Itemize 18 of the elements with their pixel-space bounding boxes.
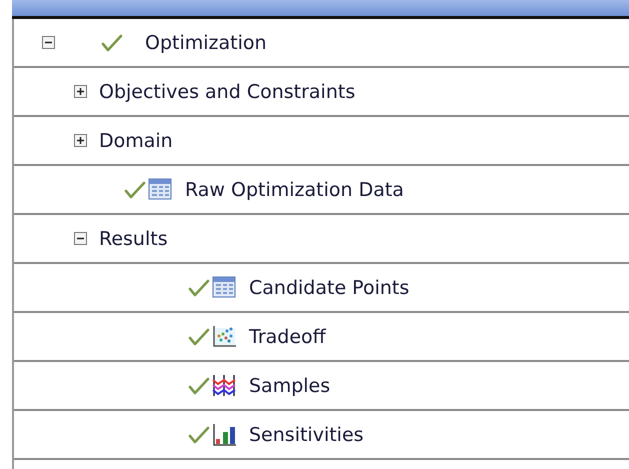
- tree-item-label[interactable]: Samples: [249, 374, 330, 396]
- expand-icon[interactable]: [74, 85, 87, 98]
- bar-chart-icon: [212, 423, 237, 446]
- table-icon: [148, 178, 173, 201]
- tree-item-label[interactable]: Objectives and Constraints: [99, 80, 356, 102]
- scatter-plot-icon: [212, 325, 237, 348]
- tree-item-label[interactable]: Sensitivities: [249, 424, 364, 446]
- tree-item-label[interactable]: Raw Optimization Data: [185, 178, 404, 200]
- tree-item-label[interactable]: Results: [99, 228, 168, 250]
- tree-item-label[interactable]: Tradeoff: [249, 326, 326, 348]
- expand-icon[interactable]: [74, 134, 87, 147]
- tree-item-label[interactable]: Optimization: [145, 32, 267, 54]
- tree-item-label[interactable]: Domain: [99, 130, 173, 152]
- collapse-icon[interactable]: [74, 232, 87, 245]
- wave-chart-icon: [212, 374, 237, 397]
- tree-item-label[interactable]: Candidate Points: [249, 276, 410, 298]
- table-icon: [212, 276, 237, 299]
- collapse-icon[interactable]: [42, 36, 55, 49]
